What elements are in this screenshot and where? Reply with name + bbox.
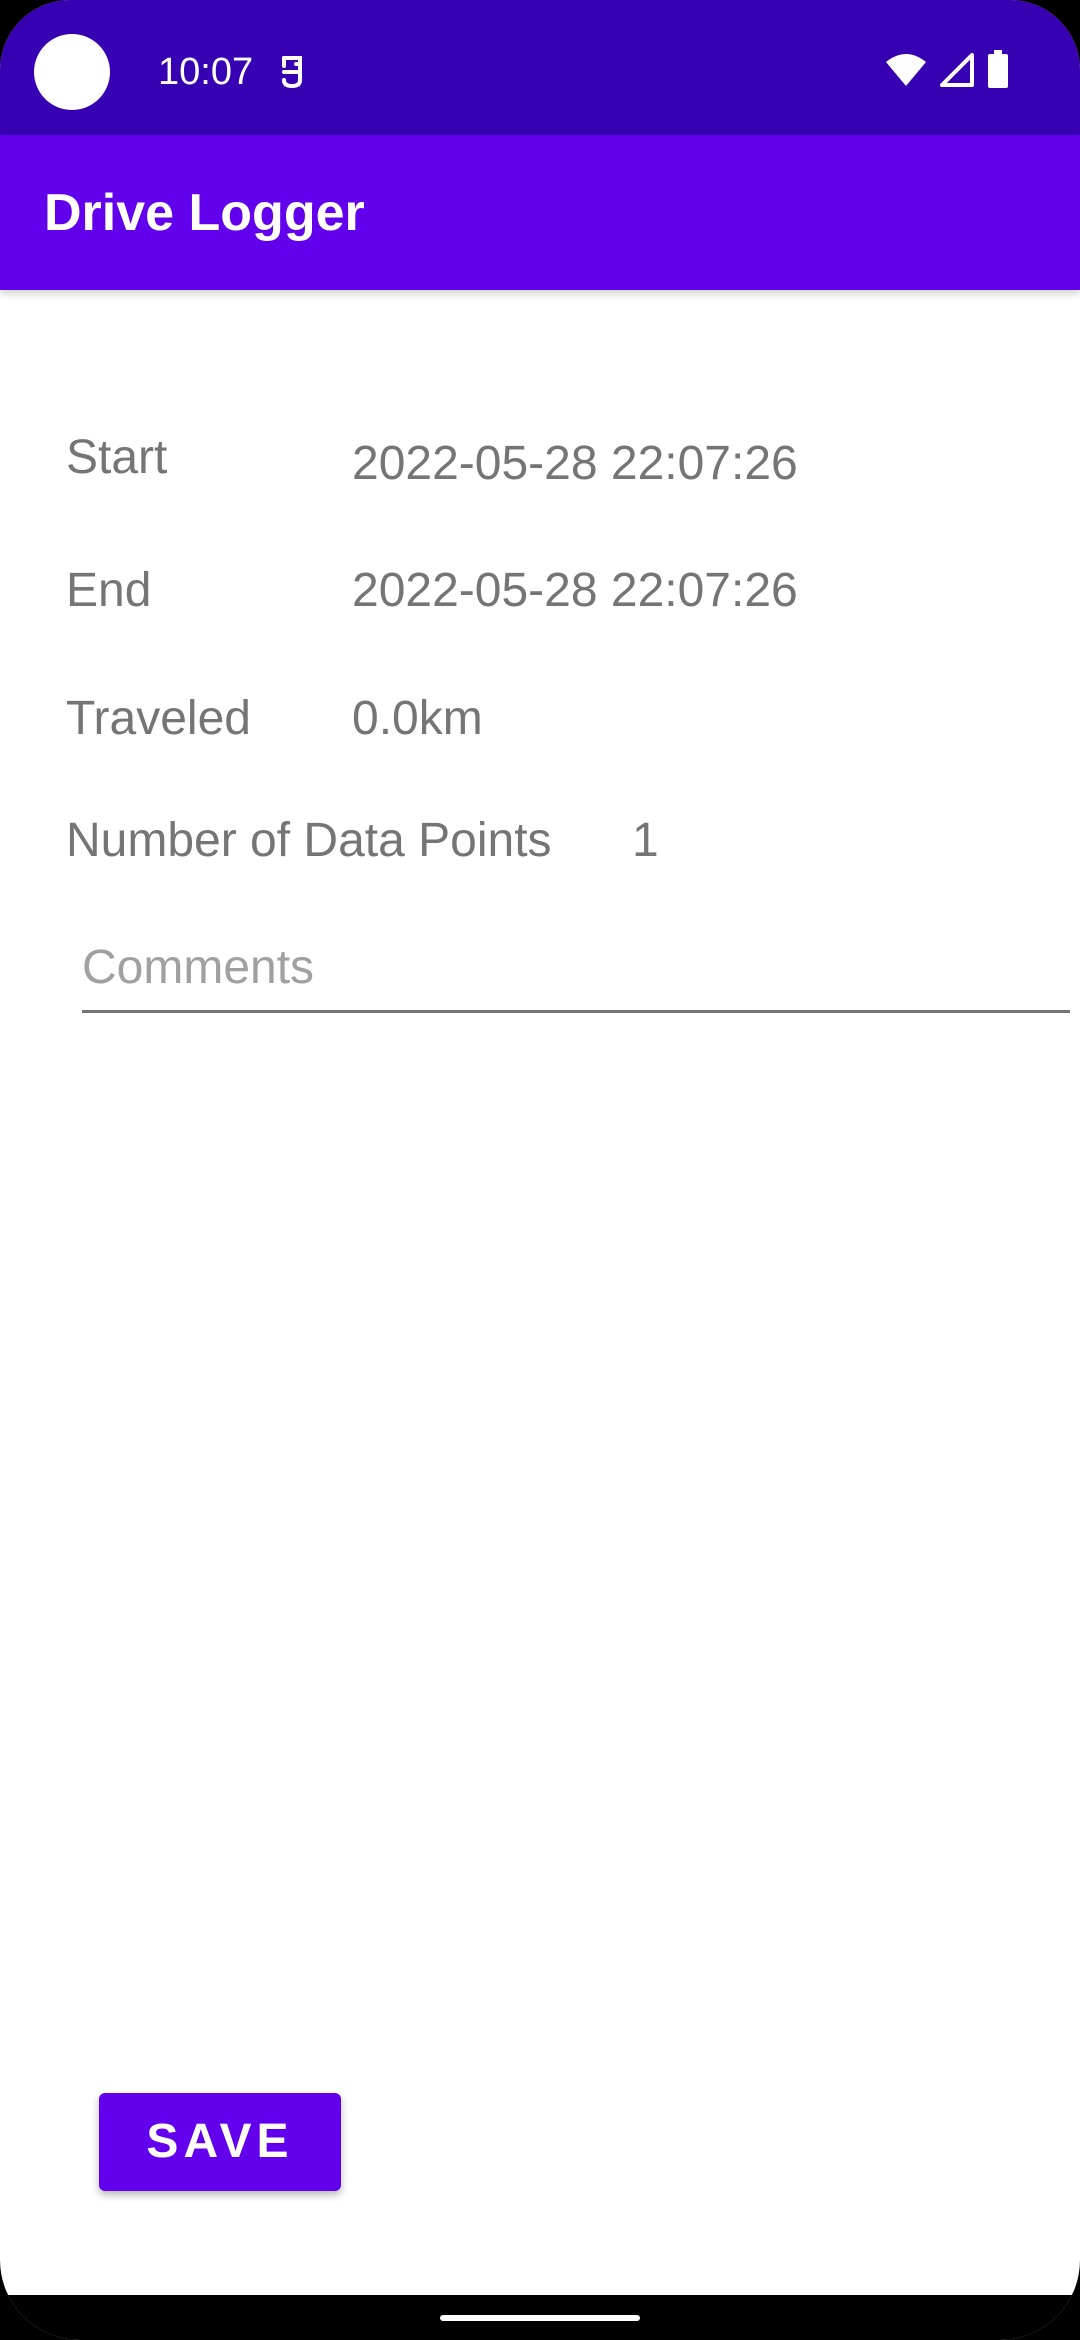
- traveled-label: Traveled: [66, 692, 251, 745]
- end-value: 2022-05-28 22:07:26: [352, 564, 798, 617]
- save-button[interactable]: SAVE: [99, 2093, 341, 2191]
- battery-icon: [986, 50, 1010, 95]
- comments-field[interactable]: [82, 930, 1070, 1013]
- navigation-bar: [0, 2295, 1080, 2340]
- status-bar: 10:07: [0, 0, 1080, 135]
- app-title: Drive Logger: [44, 184, 365, 242]
- app-bar: Drive Logger: [0, 135, 1080, 290]
- comments-input[interactable]: [82, 930, 1070, 1004]
- status-icons: [884, 50, 1010, 95]
- start-value: 2022-05-28 22:07:26: [352, 437, 798, 490]
- home-gesture-handle[interactable]: [440, 2315, 640, 2321]
- data-points-value: 1: [632, 814, 659, 867]
- wifi-icon: [884, 52, 928, 93]
- status-time: 10:07: [158, 51, 254, 93]
- cellular-signal-icon: [938, 51, 976, 94]
- app-screen: 10:07 Drive Logger Start 2022-05-28 22:0…: [0, 0, 1080, 2340]
- sim-card-icon: [272, 52, 312, 92]
- camera-cutout: [34, 34, 110, 110]
- start-label: Start: [66, 431, 168, 484]
- end-label: End: [66, 564, 152, 617]
- data-points-label: Number of Data Points: [66, 814, 552, 867]
- traveled-value: 0.0km: [352, 692, 483, 745]
